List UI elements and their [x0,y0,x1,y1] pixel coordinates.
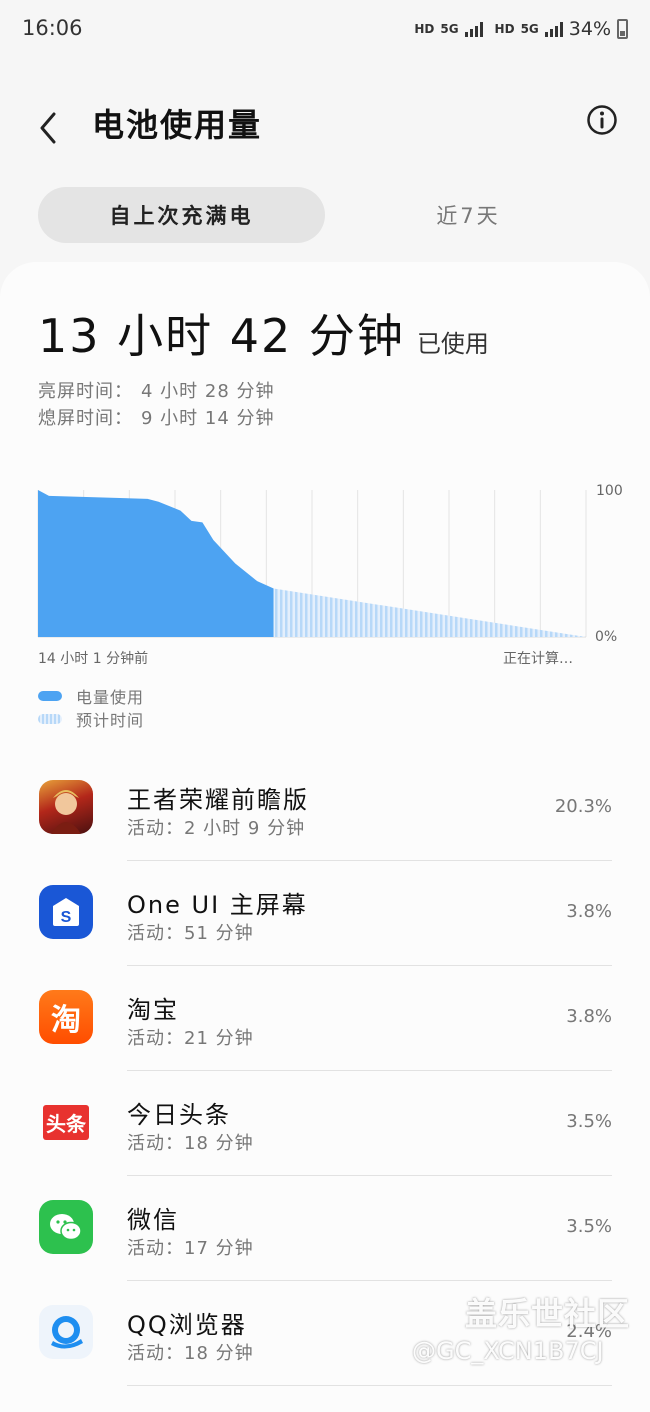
signal-icon [464,21,483,37]
info-icon [587,105,617,135]
app-percent: 3.5% [566,1216,612,1237]
app-activity: 活动：17 分钟 [127,1238,254,1259]
y-max-label: 100 [596,483,623,499]
tab-since-full-charge[interactable]: 自上次充满电 [38,187,325,243]
app-activity: 活动：18 分钟 [127,1343,254,1364]
qq-browser-icon [39,1305,93,1359]
chevron-left-icon [40,112,56,144]
app-percent: 3.8% [566,901,612,922]
app-row-wechat[interactable]: 微信 活动：17 分钟 3.5% [0,1176,650,1281]
legend-predicted-label: 预计时间 [76,710,145,730]
screen-on-time: 亮屏时间： 4 小时 28 分钟 [38,377,275,403]
app-percent: 3.8% [566,1006,612,1027]
page-title: 电池使用量 [92,106,263,144]
back-button[interactable] [30,98,70,146]
watermark-user: @GC_XCN1B7CJ [412,1337,604,1365]
legend-predicted-swatch [38,713,62,724]
battery-chart-svg [37,490,587,638]
app-name: One UI 主屏幕 [127,891,308,919]
app-name: 王者荣耀前瞻版 [127,786,309,814]
app-row-one-ui-home[interactable]: S One UI 主屏幕 活动：51 分钟 3.8% [0,861,650,966]
taobao-icon: 淘 [39,990,93,1044]
taobao-icon-text: 淘 [51,1003,81,1038]
x-start-label: 14 小时 1 分钟前 [38,651,149,667]
legend-usage-label: 电量使用 [76,687,145,707]
status-bar: 16:06 HD 5G HD 5G 34% [0,0,650,60]
hd-indicator: HD [414,22,435,36]
predicted-area [273,588,586,637]
game-icon [39,780,93,834]
toutiao-icon-text: 头条 [43,1104,89,1140]
app-activity: 活动：18 分钟 [127,1133,254,1154]
status-time: 16:06 [22,16,83,40]
legend-usage: 电量使用 [38,684,144,707]
app-name: QQ浏览器 [127,1311,247,1339]
screen-off-value: 9 小时 14 分钟 [141,408,275,429]
app-name: 今日头条 [127,1101,231,1129]
app-activity: 活动：51 分钟 [127,923,254,944]
app-activity: 活动：21 分钟 [127,1028,254,1049]
hd-indicator-2: HD [494,22,515,36]
screen-off-label: 熄屏时间： [38,408,133,429]
battery-chart: 100 0% 14 小时 1 分钟前 正在计算… [0,470,650,670]
toutiao-icon: 头条 [39,1095,93,1149]
app-name: 淘宝 [127,996,179,1024]
app-activity: 活动：2 小时 9 分钟 [127,818,306,839]
svg-text:S: S [61,909,72,926]
chart-legend: 电量使用 预计时间 [38,684,144,730]
usage-summary: 13 小时 42 分钟 已使用 [38,300,489,366]
used-time: 13 小时 42 分钟 [38,309,405,363]
app-row-honor-of-kings[interactable]: 王者荣耀前瞻版 活动：2 小时 9 分钟 20.3% [0,756,650,861]
watermark-logo: 盖乐世社区 [465,1295,631,1333]
y-min-label: 0% [595,629,618,645]
screen-on-label: 亮屏时间： [38,381,133,402]
status-icons: HD 5G HD 5G 34% [414,18,628,40]
used-suffix: 已使用 [416,330,489,358]
divider [127,1385,612,1386]
app-name: 微信 [127,1206,179,1234]
period-tabs: 自上次充满电 近7天 [38,187,612,243]
app-percent: 20.3% [554,796,612,817]
network-type: 5G [440,22,459,36]
legend-usage-swatch [38,690,62,701]
screen-off-time: 熄屏时间： 9 小时 14 分钟 [38,404,275,430]
x-end-label: 正在计算… [503,651,573,667]
app-percent: 3.5% [566,1111,612,1132]
screen-on-value: 4 小时 28 分钟 [141,381,275,402]
battery-icon [617,19,628,39]
wechat-icon [39,1200,93,1254]
network-type-2: 5G [520,22,539,36]
usage-area [38,490,274,637]
legend-predicted: 预计时间 [38,707,144,730]
info-button[interactable] [586,104,618,136]
home-screen-icon: S [39,885,93,939]
header: 电池使用量 [0,90,650,154]
app-row-taobao[interactable]: 淘 淘宝 活动：21 分钟 3.8% [0,966,650,1071]
app-row-toutiao[interactable]: 头条 今日头条 活动：18 分钟 3.5% [0,1071,650,1176]
signal-icon-2 [544,21,563,37]
battery-percent: 34% [568,18,611,40]
tab-last-7-days[interactable]: 近7天 [325,187,612,243]
